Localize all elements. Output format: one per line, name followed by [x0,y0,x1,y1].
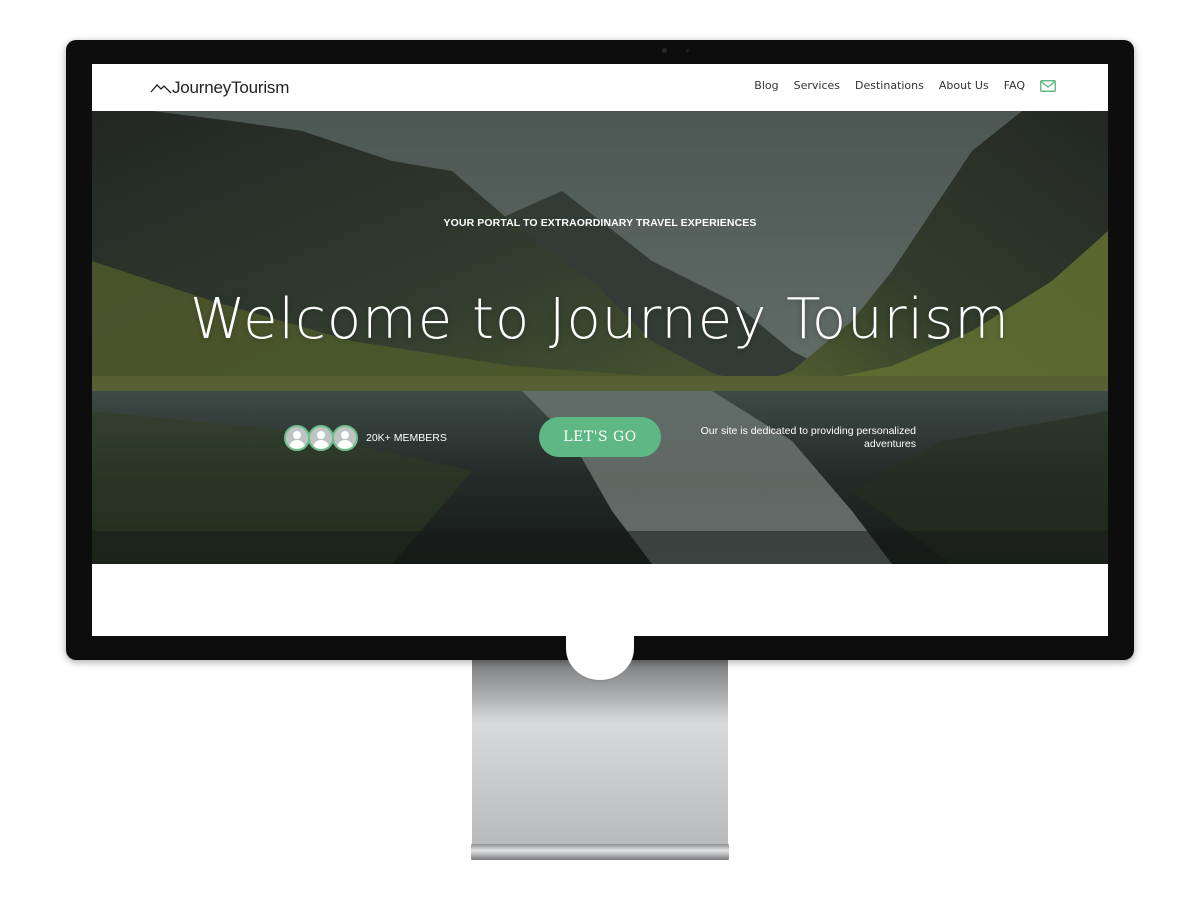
hero-title: Welcome to Journey Tourism [190,287,1010,352]
nav-links: Blog Services Destinations About Us FAQ [754,79,1056,92]
monitor-stand-foot [471,844,729,860]
mail-icon[interactable] [1040,79,1056,92]
member-avatar [332,425,358,451]
site-navbar: JourneyTourism Blog Services Destination… [92,64,1108,112]
monitor-screen: JourneyTourism Blog Services Destination… [92,64,1108,636]
sensor-dot [686,49,689,52]
members-group: 20K+ MEMBERS [284,425,447,451]
hero-section: YOUR PORTAL TO EXTRAORDINARY TRAVEL EXPE… [92,111,1108,564]
member-avatar [308,425,334,451]
camera-icon [662,48,667,53]
hero-tagline: YOUR PORTAL TO EXTRAORDINARY TRAVEL EXPE… [443,217,757,229]
desktop-stage: JourneyTourism Blog Services Destination… [0,0,1200,900]
member-avatar [284,425,310,451]
below-hero-area [92,564,1108,636]
nav-item-destinations[interactable]: Destinations [855,79,924,92]
nav-item-blog[interactable]: Blog [754,79,778,92]
nav-item-faq[interactable]: FAQ [1004,79,1025,92]
site-logo[interactable]: JourneyTourism [150,78,289,98]
members-count-label: 20K+ MEMBERS [366,432,447,444]
hero-description: Our site is dedicated to providing perso… [700,425,916,450]
logo-text: JourneyTourism [172,78,290,97]
nav-item-about-us[interactable]: About Us [939,79,989,92]
mountain-logo-icon [150,84,172,94]
nav-item-services[interactable]: Services [794,79,840,92]
lets-go-button[interactable]: LET'S GO [539,417,661,457]
